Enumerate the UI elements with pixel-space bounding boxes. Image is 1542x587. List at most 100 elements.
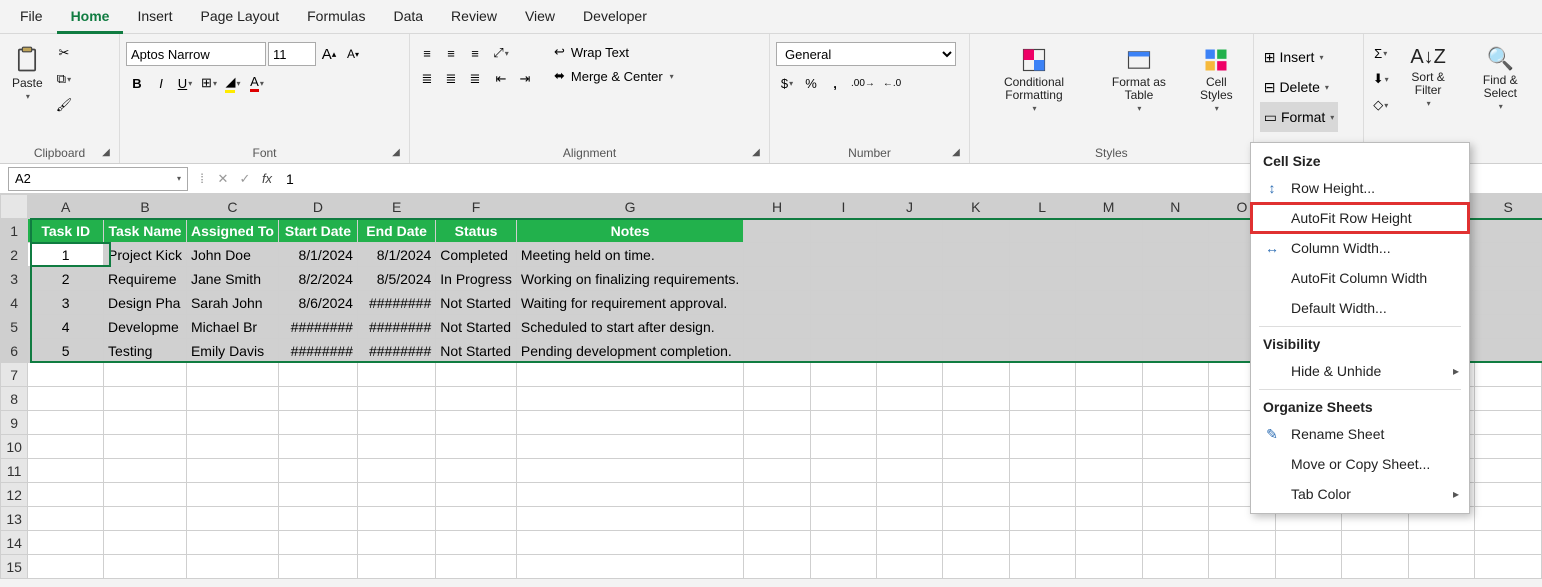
row-header-7[interactable]: 7 xyxy=(1,363,28,387)
cell-M14[interactable] xyxy=(1075,531,1142,555)
cell-J14[interactable] xyxy=(876,531,942,555)
cell-N13[interactable] xyxy=(1142,507,1209,531)
cell-R14[interactable] xyxy=(1408,531,1475,555)
cell-M10[interactable] xyxy=(1075,435,1142,459)
cell-F6[interactable]: Not Started xyxy=(436,339,517,363)
cell-I7[interactable] xyxy=(810,363,876,387)
cell-B5[interactable]: Developme xyxy=(104,315,187,339)
paste-button[interactable]: Paste ▾ xyxy=(6,42,49,105)
cell-J12[interactable] xyxy=(876,483,942,507)
cell-E8[interactable] xyxy=(357,387,435,411)
cell-K12[interactable] xyxy=(943,483,1009,507)
cell-E1[interactable]: End Date xyxy=(357,219,435,243)
cell-G12[interactable] xyxy=(516,483,743,507)
cell-S15[interactable] xyxy=(1475,555,1542,579)
column-header-I[interactable]: I xyxy=(810,195,876,219)
cell-B8[interactable] xyxy=(104,387,187,411)
cell-H5[interactable] xyxy=(744,315,811,339)
cell-L9[interactable] xyxy=(1009,411,1075,435)
cell-A9[interactable] xyxy=(28,411,104,435)
find-select-button[interactable]: 🔍 Find & Select▾ xyxy=(1465,42,1536,115)
cell-F15[interactable] xyxy=(436,555,517,579)
cancel-formula-button[interactable]: ✕ xyxy=(212,168,234,190)
font-dialog-launcher[interactable]: ◢ xyxy=(389,147,403,161)
increase-font-button[interactable]: A▴ xyxy=(318,43,340,65)
format-menu-item-row-height[interactable]: ↕Row Height... xyxy=(1251,173,1469,203)
cell-J11[interactable] xyxy=(876,459,942,483)
increase-decimal-button[interactable]: .00→ xyxy=(848,72,878,94)
cell-M2[interactable] xyxy=(1075,243,1142,267)
format-painter-button[interactable]: 🖌 xyxy=(53,94,76,116)
cell-G10[interactable] xyxy=(516,435,743,459)
cell-J2[interactable] xyxy=(876,243,942,267)
cell-E13[interactable] xyxy=(357,507,435,531)
column-header-K[interactable]: K xyxy=(943,195,1009,219)
cell-Q15[interactable] xyxy=(1342,555,1409,579)
cell-S5[interactable] xyxy=(1475,315,1542,339)
align-left-button[interactable]: ≣ xyxy=(416,68,438,90)
cell-B12[interactable] xyxy=(104,483,187,507)
percent-format-button[interactable]: % xyxy=(800,72,822,94)
format-menu-item-rename-sheet[interactable]: ✎Rename Sheet xyxy=(1251,419,1469,449)
sort-filter-button[interactable]: A↓Z Sort & Filter▾ xyxy=(1396,42,1461,112)
cell-G14[interactable] xyxy=(516,531,743,555)
cell-D11[interactable] xyxy=(278,459,357,483)
column-header-B[interactable]: B xyxy=(104,195,187,219)
cell-N12[interactable] xyxy=(1142,483,1209,507)
cell-L15[interactable] xyxy=(1009,555,1075,579)
decrease-indent-button[interactable]: ⇤ xyxy=(490,68,512,90)
cell-S14[interactable] xyxy=(1475,531,1542,555)
align-top-button[interactable]: ≡ xyxy=(416,42,438,64)
cell-J4[interactable] xyxy=(876,291,942,315)
cell-H7[interactable] xyxy=(744,363,811,387)
cell-F9[interactable] xyxy=(436,411,517,435)
cell-J3[interactable] xyxy=(876,267,942,291)
cell-L11[interactable] xyxy=(1009,459,1075,483)
font-color-button[interactable]: A▾ xyxy=(246,72,268,94)
italic-button[interactable]: I xyxy=(150,72,172,94)
column-header-M[interactable]: M xyxy=(1075,195,1142,219)
column-header-D[interactable]: D xyxy=(278,195,357,219)
cell-I6[interactable] xyxy=(810,339,876,363)
cell-I12[interactable] xyxy=(810,483,876,507)
cell-E14[interactable] xyxy=(357,531,435,555)
cell-G1[interactable]: Notes xyxy=(516,219,743,243)
cell-B1[interactable]: Task Name xyxy=(104,219,187,243)
cell-F8[interactable] xyxy=(436,387,517,411)
cell-S4[interactable] xyxy=(1475,291,1542,315)
cell-R15[interactable] xyxy=(1408,555,1475,579)
cell-Q14[interactable] xyxy=(1342,531,1409,555)
cell-G6[interactable]: Pending development completion. xyxy=(516,339,743,363)
cell-C15[interactable] xyxy=(186,555,278,579)
cell-A14[interactable] xyxy=(28,531,104,555)
cell-S10[interactable] xyxy=(1475,435,1542,459)
cell-H8[interactable] xyxy=(744,387,811,411)
font-name-input[interactable] xyxy=(126,42,266,66)
cell-B4[interactable]: Design Pha xyxy=(104,291,187,315)
cell-L14[interactable] xyxy=(1009,531,1075,555)
menu-tab-developer[interactable]: Developer xyxy=(569,0,661,34)
fill-color-button[interactable]: ◢▾ xyxy=(222,72,244,94)
align-bottom-button[interactable]: ≡ xyxy=(464,42,486,64)
cell-N6[interactable] xyxy=(1142,339,1209,363)
cell-N14[interactable] xyxy=(1142,531,1209,555)
row-header-4[interactable]: 4 xyxy=(1,291,28,315)
cell-C1[interactable]: Assigned To xyxy=(186,219,278,243)
row-header-14[interactable]: 14 xyxy=(1,531,28,555)
cell-F3[interactable]: In Progress xyxy=(436,267,517,291)
cell-H12[interactable] xyxy=(744,483,811,507)
cell-L13[interactable] xyxy=(1009,507,1075,531)
cell-M9[interactable] xyxy=(1075,411,1142,435)
cell-H15[interactable] xyxy=(744,555,811,579)
cell-J8[interactable] xyxy=(876,387,942,411)
cell-N15[interactable] xyxy=(1142,555,1209,579)
cell-D4[interactable]: 8/6/2024 xyxy=(278,291,357,315)
cell-N1[interactable] xyxy=(1142,219,1209,243)
row-header-15[interactable]: 15 xyxy=(1,555,28,579)
merge-center-button[interactable]: ⬌ Merge & Center ▾ xyxy=(548,66,680,86)
row-header-13[interactable]: 13 xyxy=(1,507,28,531)
copy-button[interactable]: ⧉▾ xyxy=(53,68,76,90)
cell-A15[interactable] xyxy=(28,555,104,579)
name-box[interactable]: A2 ▾ xyxy=(8,167,188,191)
autosum-button[interactable]: Σ▾ xyxy=(1370,42,1392,64)
